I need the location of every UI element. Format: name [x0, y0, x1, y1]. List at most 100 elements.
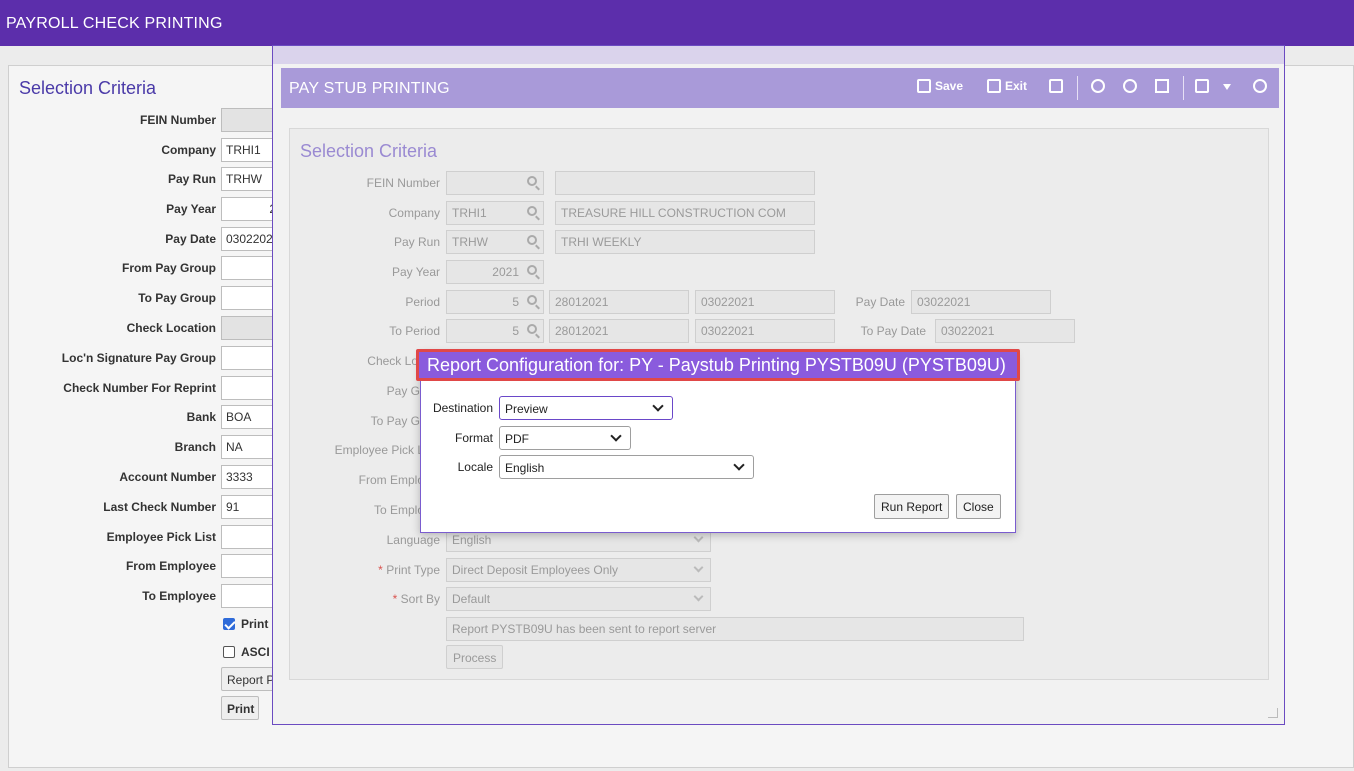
- bg-row-payyear: Pay Year: [9, 197, 216, 221]
- bg-row-to-pay-group: To Pay Group: [9, 286, 216, 310]
- bg-row-payrun: Pay Run: [9, 167, 216, 191]
- locale-select[interactable]: English: [499, 455, 754, 479]
- copy-icon: [1049, 79, 1063, 93]
- destination-select[interactable]: Preview: [499, 396, 673, 420]
- toperiod-value: 5: [512, 324, 519, 338]
- company-description: TREASURE HILL CONSTRUCTION COM: [555, 201, 815, 225]
- search-icon[interactable]: [527, 235, 537, 245]
- payrun-value: TRHW: [452, 235, 488, 249]
- bg-row-check-reprint: Check Number For Reprint: [9, 376, 216, 400]
- bg-label: Loc'n Signature Pay Group: [61, 351, 216, 365]
- exit-icon: [987, 79, 1001, 93]
- payrun-label: Pay Run: [393, 235, 440, 249]
- search-icon[interactable]: [527, 206, 537, 216]
- background-section-title: Selection Criteria: [19, 78, 157, 98]
- save-label: Save: [935, 79, 964, 93]
- period-input[interactable]: 5: [446, 290, 544, 314]
- paydate-label: Pay Date: [855, 295, 905, 309]
- close-button[interactable]: Close: [956, 494, 1001, 519]
- pay-stub-title: PAY STUB PRINTING: [289, 80, 450, 97]
- refresh-button[interactable]: [1253, 79, 1267, 93]
- caret-down-icon: [1223, 84, 1231, 90]
- process-button[interactable]: Process: [446, 645, 504, 669]
- bg-label: Account Number: [119, 470, 216, 484]
- bg-row-from-employee: From Employee: [9, 554, 216, 578]
- bg-label: To Employee: [142, 589, 216, 603]
- pay-group-label: Pay Gr: [386, 384, 424, 398]
- chevron-down-icon: [610, 430, 622, 442]
- print-button[interactable]: Print: [221, 696, 259, 720]
- refresh-icon: [1253, 79, 1267, 93]
- bg-label: Bank: [186, 410, 216, 424]
- copy-button[interactable]: [1049, 79, 1063, 93]
- print-checkbox-label: Print: [241, 617, 269, 631]
- edit-button[interactable]: [1195, 79, 1209, 93]
- app-title: PAYROLL CHECK PRINTING: [6, 15, 223, 32]
- bg-label: From Pay Group: [121, 261, 216, 275]
- bg-row-company: Company: [9, 138, 216, 162]
- locale-label: Locale: [457, 460, 493, 474]
- bg-row-last-check: Last Check Number: [9, 495, 216, 519]
- required-mark: *: [392, 592, 398, 606]
- run-report-button[interactable]: Run Report: [874, 494, 950, 519]
- report-config-dialog: Report Configuration for: PY - Paystub P…: [416, 349, 1020, 533]
- save-button[interactable]: Save: [917, 79, 963, 93]
- app-title-bar: PAYROLL CHECK PRINTING: [0, 0, 1354, 46]
- language-value: English: [452, 533, 492, 547]
- sortby-select[interactable]: Default: [446, 587, 711, 611]
- resize-handle[interactable]: [1268, 708, 1278, 718]
- format-label: Format: [454, 431, 493, 445]
- bg-row-account: Account Number: [9, 465, 216, 489]
- locale-value: English: [505, 461, 545, 475]
- chevron-down-icon: [693, 591, 704, 602]
- toperiod-start-date: 28012021: [549, 319, 689, 343]
- bg-label: Check Location: [126, 321, 216, 335]
- check-location-label: Check Loc: [367, 354, 424, 368]
- checkbox-empty-icon: [223, 646, 235, 658]
- toperiod-input[interactable]: 5: [446, 319, 544, 343]
- payrun-input[interactable]: TRHW: [446, 230, 544, 254]
- toolbar-divider: [1077, 76, 1078, 100]
- checkbox-checked-icon: [223, 618, 235, 630]
- info-button[interactable]: [1091, 79, 1105, 93]
- chevron-down-icon: [693, 562, 704, 573]
- help-button[interactable]: [1123, 79, 1137, 93]
- bg-label: Pay Year: [166, 202, 216, 216]
- help-icon: [1123, 79, 1137, 93]
- search-icon[interactable]: [527, 176, 537, 186]
- sortby-label: * Sort By: [300, 592, 440, 606]
- printtype-label: * Print Type: [300, 563, 440, 577]
- report-config-title: Report Configuration for: PY - Paystub P…: [427, 355, 1006, 375]
- search-icon[interactable]: [527, 265, 537, 275]
- exit-label: Exit: [1005, 79, 1028, 93]
- dropdown-button[interactable]: [1223, 84, 1231, 90]
- fein-description: [555, 171, 815, 195]
- bg-row-locn-signature: Loc'n Signature Pay Group: [9, 346, 216, 370]
- chevron-down-icon: [693, 532, 704, 543]
- required-mark: *: [378, 563, 383, 577]
- bg-label: To Pay Group: [138, 291, 216, 305]
- printtype-label-text: Print Type: [386, 563, 440, 577]
- bg-label: Branch: [174, 440, 216, 454]
- warning-button[interactable]: [1155, 79, 1169, 93]
- format-select[interactable]: PDF: [499, 426, 631, 450]
- topaydate-field: 03022021: [935, 319, 1075, 343]
- bg-row-check-location: Check Location: [9, 316, 216, 340]
- printtype-select[interactable]: Direct Deposit Employees Only: [446, 558, 711, 582]
- paydate-field: 03022021: [911, 290, 1051, 314]
- period-start-date: 28012021: [549, 290, 689, 314]
- payrun-description: TRHI WEEKLY: [555, 230, 815, 254]
- payyear-input[interactable]: 2021: [446, 260, 544, 284]
- bg-row-to-employee: To Employee: [9, 584, 216, 608]
- period-value: 5: [512, 295, 519, 309]
- chevron-down-icon: [733, 459, 745, 471]
- search-icon[interactable]: [527, 324, 537, 334]
- window-top-strip: [273, 46, 1284, 64]
- toperiod-label: To Period: [389, 324, 440, 338]
- search-icon[interactable]: [527, 295, 537, 305]
- exit-button[interactable]: Exit: [987, 79, 1027, 93]
- toolbar-divider: [1183, 76, 1184, 100]
- company-input[interactable]: TRHI1: [446, 201, 544, 225]
- fein-input[interactable]: [446, 171, 544, 195]
- destination-value: Preview: [505, 402, 548, 416]
